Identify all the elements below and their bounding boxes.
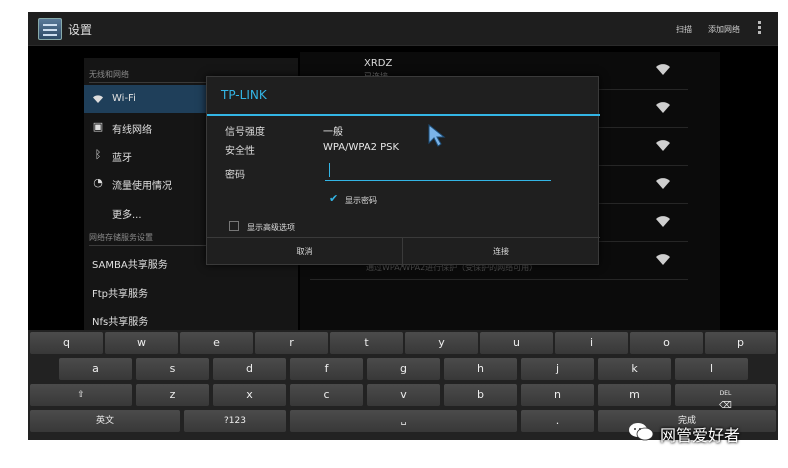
key-h[interactable]: h — [444, 358, 517, 380]
security-label: 安全性 — [225, 146, 255, 157]
key-q[interactable]: q — [30, 332, 103, 354]
key-w[interactable]: w — [105, 332, 178, 354]
key-t[interactable]: t — [330, 332, 403, 354]
delete-key[interactable]: DEL ⌫ — [675, 384, 776, 411]
wifi-signal-icon — [656, 216, 670, 227]
dialog-title: TP-LINK — [221, 88, 267, 102]
wifi-signal-icon — [656, 102, 670, 113]
data-usage-icon: ◔ — [93, 176, 103, 189]
sidebar-item-label: Nfs共享服务 — [92, 317, 149, 328]
show-password-label: 显示密码 — [345, 196, 377, 205]
mouse-pointer-icon — [428, 124, 446, 147]
key-g[interactable]: g — [367, 358, 440, 380]
key-a[interactable]: a — [59, 358, 132, 380]
sidebar-item-ftp[interactable]: Ftp共享服务 — [84, 277, 298, 305]
wifi-ssid: XRDZ — [364, 58, 393, 69]
signal-strength-label: 信号强度 — [225, 127, 265, 138]
wifi-icon — [93, 95, 103, 103]
key-v[interactable]: v — [367, 384, 440, 406]
key-k[interactable]: k — [598, 358, 671, 380]
key-u[interactable]: u — [480, 332, 553, 354]
key-b[interactable]: b — [444, 384, 517, 406]
sidebar-item-label: Wi-Fi — [112, 93, 136, 104]
key-j[interactable]: j — [521, 358, 594, 380]
language-switch-key[interactable]: 英文 — [30, 410, 180, 432]
wifi-signal-icon — [656, 64, 670, 75]
wechat-logo-icon — [629, 423, 654, 441]
security-value: WPA/WPA2 PSK — [323, 142, 400, 153]
key-d[interactable]: d — [213, 358, 286, 380]
key-e[interactable]: e — [180, 332, 253, 354]
key-z[interactable]: z — [136, 384, 209, 406]
wifi-signal-icon — [656, 140, 670, 151]
bluetooth-icon: ᛒ — [94, 148, 102, 161]
key-i[interactable]: i — [555, 332, 628, 354]
text-caret — [329, 163, 330, 177]
show-password-checkbox[interactable]: ✔ — [329, 193, 339, 204]
dialog-button-bar: 取消 连接 — [207, 237, 600, 267]
sidebar-item-label: 更多... — [112, 210, 142, 221]
symbols-key[interactable]: ?123 — [184, 410, 286, 432]
key-o[interactable]: o — [630, 332, 703, 354]
shift-key[interactable]: ⇧ — [30, 384, 132, 406]
advanced-options-checkbox[interactable] — [229, 221, 239, 231]
delete-key-label: DEL — [719, 390, 732, 397]
settings-app-icon[interactable] — [38, 18, 62, 40]
dialog-title-divider — [207, 114, 600, 116]
wifi-signal-icon — [656, 178, 670, 189]
ethernet-icon: ▣ — [92, 120, 104, 133]
key-l[interactable]: l — [675, 358, 748, 380]
key-c[interactable]: c — [290, 384, 363, 406]
sidebar-item-label: SAMBA共享服务 — [92, 260, 168, 271]
space-key[interactable]: ␣ — [290, 410, 517, 432]
sidebar-item-nfs[interactable]: Nfs共享服务 — [84, 305, 298, 333]
sidebar-item-label: 流量使用情况 — [112, 181, 172, 192]
wifi-connect-dialog: TP-LINK 信号强度 一般 安全性 WPA/WPA2 PSK 密码 ✔ 显示… — [206, 76, 600, 267]
cancel-button[interactable]: 取消 — [207, 238, 403, 267]
signal-strength-value: 一般 — [323, 127, 343, 138]
overflow-menu-icon[interactable] — [758, 21, 761, 37]
key-p[interactable]: p — [705, 332, 776, 354]
wifi-signal-icon — [656, 254, 670, 265]
key-s[interactable]: s — [136, 358, 209, 380]
key-y[interactable]: y — [405, 332, 478, 354]
key-x[interactable]: x — [213, 384, 286, 406]
action-bar: 设置 扫描 添加网络 — [28, 12, 778, 46]
android-settings-screen: 设置 扫描 添加网络 无线和网络 Wi-Fi ▣ 有线网络 ᛒ 蓝牙 ◔ 流量使… — [28, 12, 778, 440]
key-f[interactable]: f — [290, 358, 363, 380]
scan-button[interactable]: 扫描 — [676, 24, 692, 35]
sidebar-item-label: 蓝牙 — [112, 153, 132, 164]
key-m[interactable]: m — [598, 384, 671, 406]
connect-button[interactable]: 连接 — [403, 238, 599, 267]
key-n[interactable]: n — [521, 384, 594, 406]
advanced-options-label: 显示高级选项 — [247, 223, 295, 232]
sidebar-item-label: Ftp共享服务 — [92, 289, 149, 300]
password-input[interactable] — [325, 161, 551, 181]
add-network-button[interactable]: 添加网络 — [708, 24, 740, 35]
password-label: 密码 — [225, 170, 245, 181]
watermark-text: 网管爱好者 — [660, 426, 741, 445]
period-key[interactable]: . — [521, 410, 594, 432]
key-r[interactable]: r — [255, 332, 328, 354]
sidebar-item-label: 有线网络 — [112, 125, 152, 136]
page-title: 设置 — [68, 23, 93, 37]
